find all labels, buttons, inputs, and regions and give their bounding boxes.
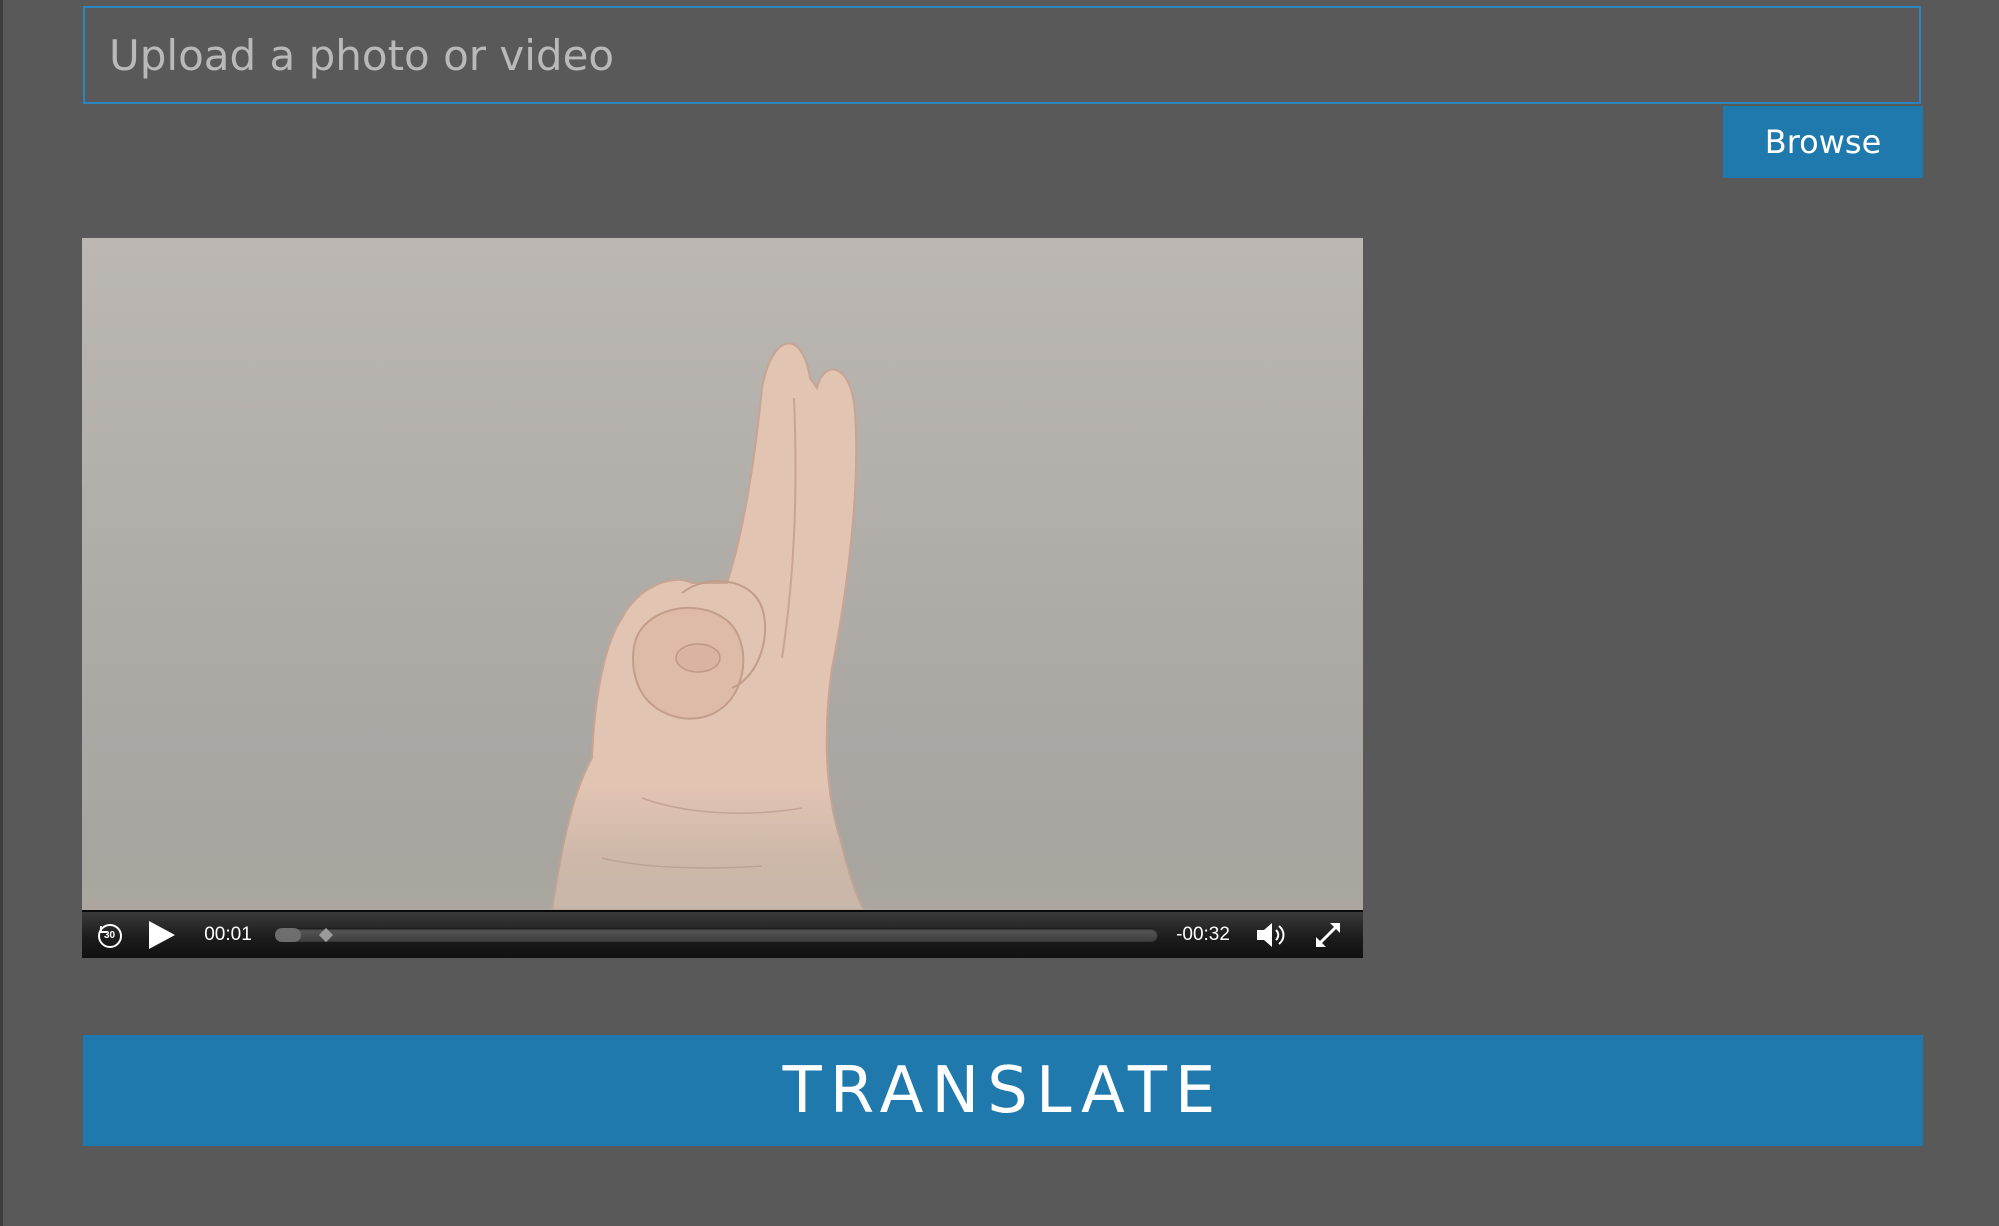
timeline-progress [275,928,302,942]
remaining-time: -00:32 [1176,924,1230,945]
timeline-scrubber[interactable] [319,927,334,943]
window-edge [0,0,3,1226]
play-icon [149,921,175,949]
current-time: 00:01 [204,924,252,945]
browse-button[interactable]: Browse [1723,106,1923,178]
upload-input[interactable] [83,6,1921,104]
fullscreen-icon [1316,923,1340,947]
volume-icon [1257,923,1285,947]
video-controls: 30 00:01 -00:32 [82,910,1363,958]
translate-button[interactable]: TRANSLATE [83,1035,1923,1146]
rewind-label: 30 [104,930,116,941]
volume-button[interactable] [1252,912,1292,958]
video-player[interactable]: 30 00:01 -00:32 [82,238,1363,958]
play-button[interactable] [142,912,182,958]
fullscreen-button[interactable] [1308,912,1348,958]
video-frame [82,238,1363,910]
video-timeline[interactable] [275,927,1158,943]
rewind-30-button[interactable]: 30 [92,912,128,958]
hand-sign-image [550,342,866,910]
